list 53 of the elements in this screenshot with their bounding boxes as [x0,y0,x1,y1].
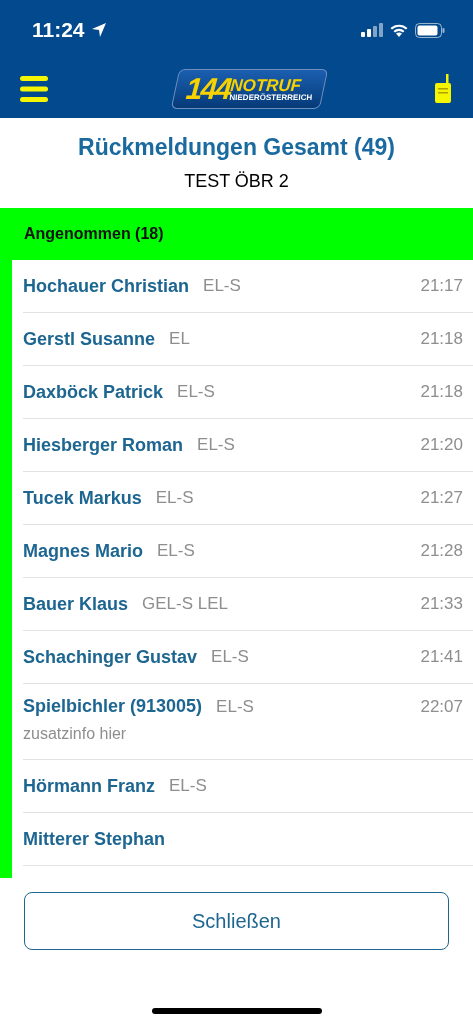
note-text: zusatzinfo hier [23,725,128,743]
role-label: EL-S [197,435,235,455]
radio-icon[interactable] [433,74,453,104]
time-label: 21:20 [420,435,463,455]
list-row[interactable]: Daxböck Patrick EL-S 21:18 [23,366,473,419]
list-row[interactable]: Hörmann Franz EL-S [23,760,473,813]
role-label: EL [169,329,190,349]
list-row[interactable]: Spielbichler (913005) EL-S 22:07 zusatzinfo hier [23,684,473,760]
role-label: EL-S [216,696,254,717]
page-subtitle: TEST ÖBR 2 [184,171,289,192]
person-name: Magnes Mario [23,540,144,562]
person-name: Bauer Klaus [23,593,129,615]
role-label: EL-S [203,276,241,296]
list-row[interactable]: Bauer Klaus GEL-S LEL 21:33 [23,578,473,631]
role-label: EL-S [177,382,215,402]
list-row[interactable]: Hochauer Christian EL-S 21:17 [23,260,473,313]
role-label: EL-S [157,541,195,561]
time-label: 21:17 [420,276,463,296]
menu-icon[interactable] [20,75,50,103]
person-name: Hiesberger Roman [23,434,184,456]
time-label: 21:33 [420,594,463,614]
person-name: Hochauer Christian [23,275,190,297]
role-label: EL-S [169,776,207,796]
list-row[interactable]: Magnes Mario EL-S 21:28 [23,525,473,578]
list-row[interactable]: Tucek Markus EL-S 21:27 [23,472,473,525]
person-name: Schachinger Gustav [23,646,198,668]
person-name: Mitterer Stephan [23,828,166,850]
time-label: 22:07 [420,696,463,717]
location-arrow-icon [90,22,107,38]
person-name: Daxböck Patrick [23,381,164,403]
role-label: EL-S [155,488,194,508]
person-name: Gerstl Susanne [23,328,156,350]
person-name: Tucek Markus [23,487,142,509]
list-row[interactable]: Schachinger Gustav EL-S 21:41 [23,631,473,684]
close-button[interactable]: Schließen [24,892,449,950]
time-label: 21:28 [420,541,463,561]
status-time: 11:24 [32,18,85,42]
section-header: Angenommen (18) [24,225,164,243]
page-title: Rückmeldungen Gesamt (49) [78,134,395,161]
time-label: 21:18 [420,329,463,349]
role-label: GEL-S LEL [142,594,229,614]
role-label: EL-S [211,647,249,667]
time-label: 21:27 [420,488,463,508]
person-name: Hörmann Franz [23,775,155,797]
list-row[interactable]: Mitterer Stephan [23,813,473,866]
time-label: 21:18 [420,382,463,402]
list-row[interactable]: Gerstl Susanne EL 21:18 [23,313,473,366]
list-row[interactable]: Hiesberger Roman EL-S 21:20 [23,419,473,472]
wifi-icon [389,23,409,37]
battery-icon [415,22,445,38]
signal-icon [361,23,383,37]
time-label: 21:41 [420,647,463,667]
person-name: Spielbichler (913005) [23,696,203,717]
